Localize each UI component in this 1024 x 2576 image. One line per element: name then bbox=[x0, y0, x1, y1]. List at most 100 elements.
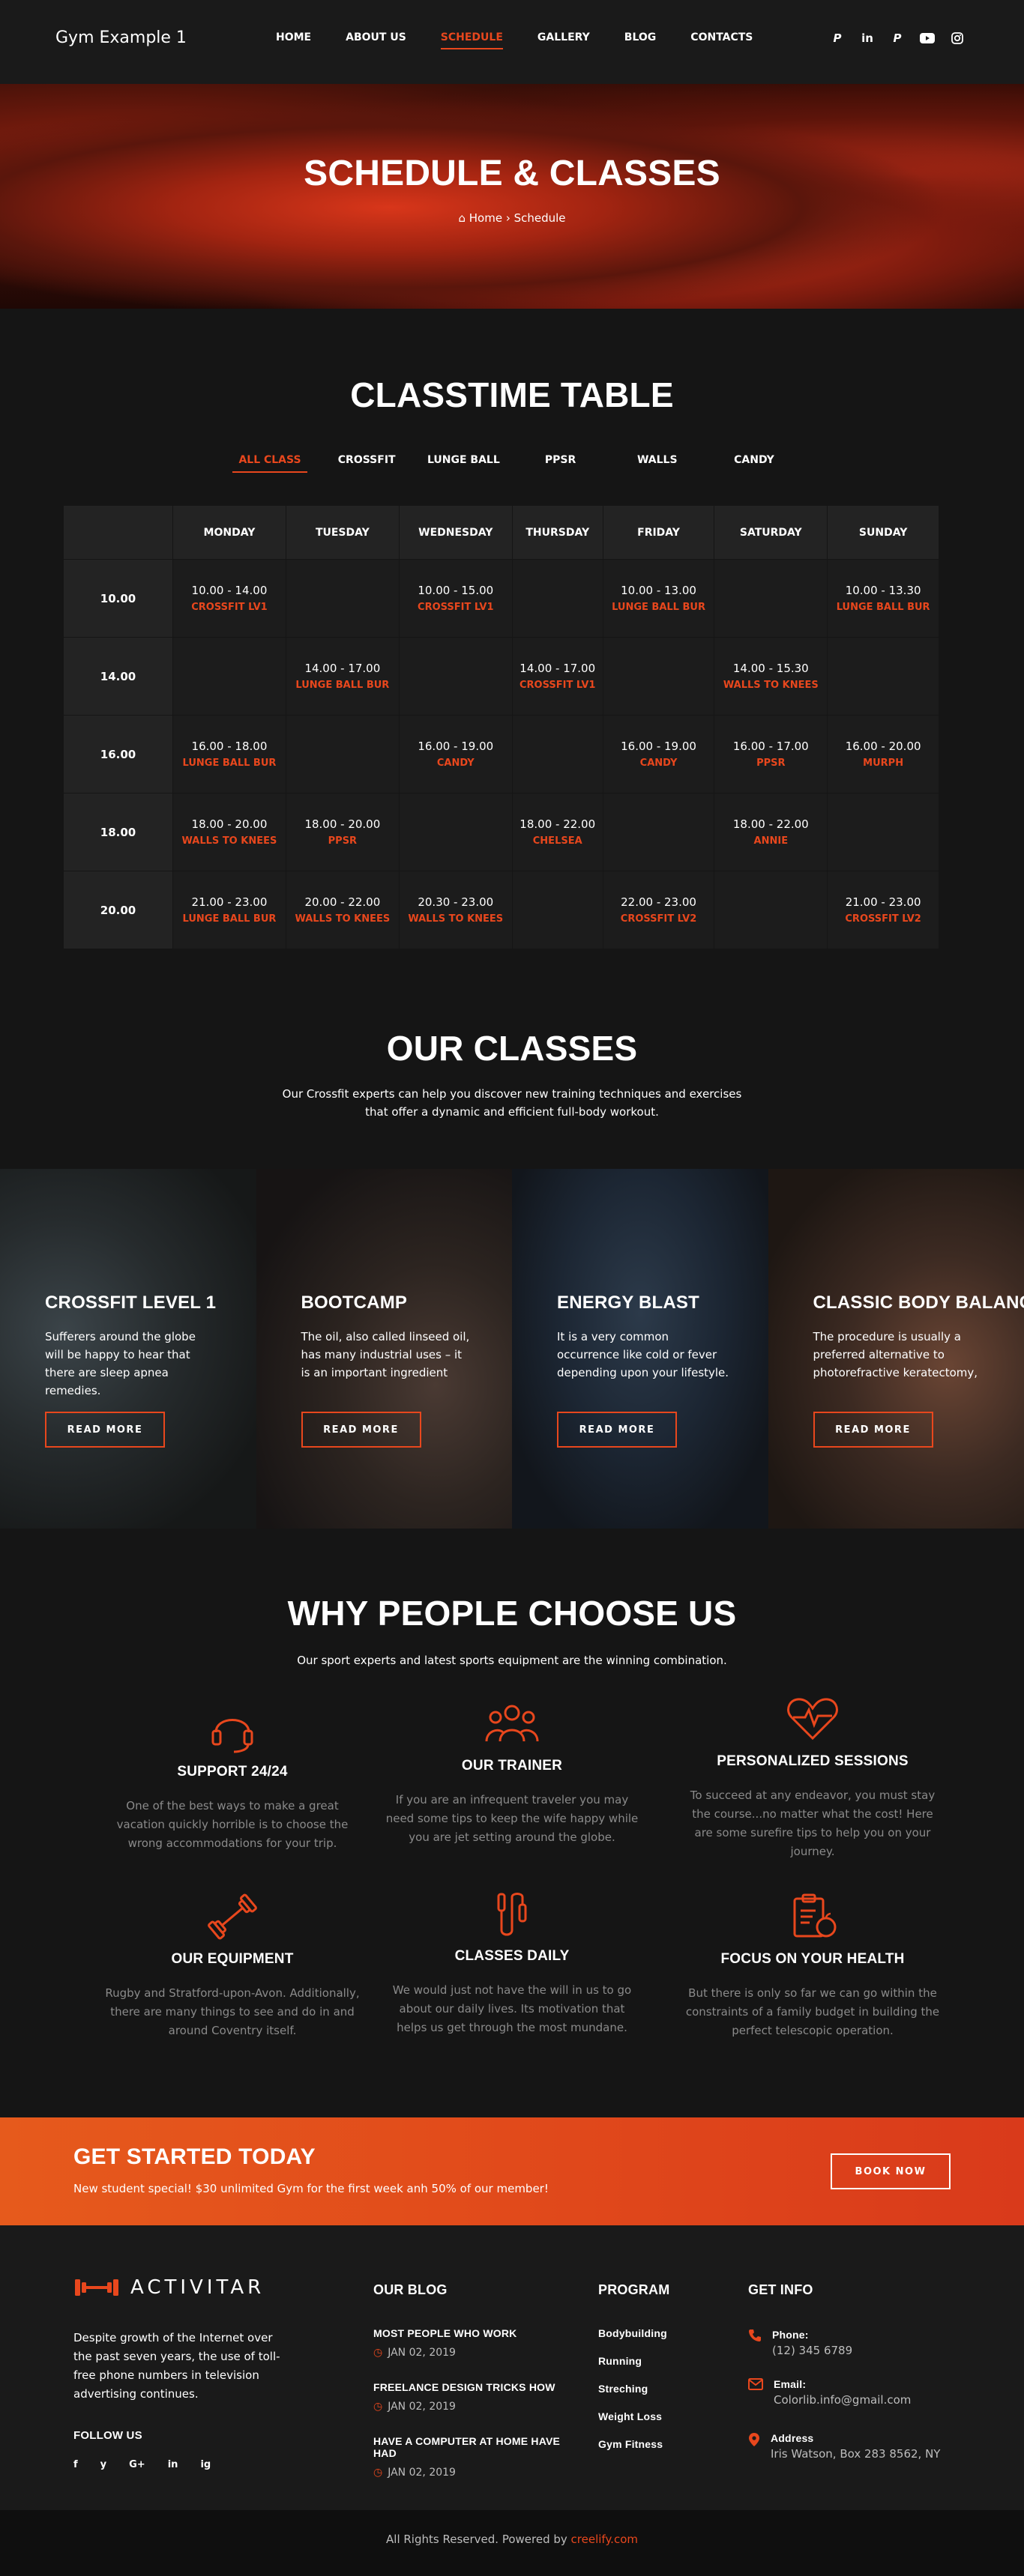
site-logo[interactable]: Gym Example 1 bbox=[55, 28, 187, 47]
linkedin-icon[interactable]: in bbox=[859, 30, 876, 46]
schedule-cell[interactable]: 21.00 - 23.00 CROSSFIT LV2 bbox=[827, 871, 939, 949]
feature-desc: Rugby and Stratford-upon-Avon. Additiona… bbox=[105, 1986, 360, 2037]
class-name[interactable]: MURPH bbox=[828, 758, 939, 769]
class-name[interactable]: ANNIE bbox=[714, 835, 827, 847]
class-name[interactable]: CANDY bbox=[603, 758, 714, 769]
class-time: 10.00 - 15.00 bbox=[418, 584, 494, 597]
program-column-title: PROGRAM bbox=[598, 2282, 670, 2297]
nav-blog[interactable]: BLOG bbox=[624, 31, 657, 49]
pinterest-icon[interactable]: 𝙋 bbox=[829, 30, 846, 46]
class-name[interactable]: CROSSFIT LV1 bbox=[173, 602, 286, 613]
footer-brand[interactable]: ACTIVITAR bbox=[73, 2276, 265, 2299]
class-name[interactable]: PPSR bbox=[286, 835, 399, 847]
blog-post-date: ◷ JAN 02, 2019 bbox=[373, 2401, 568, 2413]
feature-title: SUPPORT 24/24 bbox=[177, 1764, 288, 1780]
blog-post[interactable]: FREELANCE DESIGN TRICKS HOW ◷ JAN 02, 201… bbox=[373, 2381, 568, 2413]
class-name[interactable]: LUNGE BALL BUR bbox=[173, 758, 286, 769]
schedule-cell[interactable]: 10.00 - 14.00 CROSSFIT LV1 bbox=[172, 559, 286, 638]
book-now-button[interactable]: BOOK NOW bbox=[831, 2153, 951, 2189]
program-link[interactable]: Gym Fitness bbox=[598, 2438, 667, 2450]
schedule-cell[interactable]: 16.00 - 20.00 MURPH bbox=[827, 715, 939, 793]
nav-about-us[interactable]: ABOUT US bbox=[346, 31, 406, 49]
filter-all-class[interactable]: ALL CLASS bbox=[232, 454, 307, 473]
footer-about: Despite growth of the Internet over the … bbox=[73, 2331, 280, 2401]
facebook-icon[interactable]: f bbox=[73, 2459, 78, 2470]
class-name[interactable]: LUNGE BALL BUR bbox=[286, 680, 399, 691]
program-link[interactable]: Weight Loss bbox=[598, 2410, 667, 2422]
class-name[interactable]: LUNGE BALL BUR bbox=[828, 602, 939, 613]
blog-post[interactable]: MOST PEOPLE WHO WORK ◷ JAN 02, 2019 bbox=[373, 2327, 568, 2359]
class-name[interactable]: LUNGE BALL BUR bbox=[603, 602, 714, 613]
schedule-cell[interactable]: 20.30 - 23.00 WALLS TO KNEES bbox=[398, 871, 513, 949]
schedule-cell[interactable]: 18.00 - 22.00 CHELSEA bbox=[511, 793, 603, 871]
class-name[interactable]: WALLS TO KNEES bbox=[400, 913, 512, 925]
class-name[interactable]: CROSSFIT LV1 bbox=[513, 680, 603, 691]
feature-title: OUR EQUIPMENT bbox=[171, 1951, 294, 1967]
class-name[interactable]: PPSR bbox=[714, 758, 827, 769]
linkedin-icon[interactable]: in bbox=[168, 2459, 178, 2470]
read-more-button[interactable]: READ MORE bbox=[557, 1412, 677, 1448]
program-link[interactable]: Bodybuilding bbox=[598, 2327, 667, 2339]
schedule-cell[interactable]: 14.00 - 17.00 LUNGE BALL BUR bbox=[285, 637, 400, 716]
schedule-cell[interactable]: 14.00 - 15.30 WALLS TO KNEES bbox=[714, 637, 828, 716]
schedule-cell[interactable]: 22.00 - 23.00 CROSSFIT LV2 bbox=[602, 871, 715, 949]
blog-post[interactable]: HAVE A COMPUTER AT HOME HAVE HAD ◷ JAN 02… bbox=[373, 2435, 568, 2479]
blog-post-title[interactable]: MOST PEOPLE WHO WORK bbox=[373, 2327, 568, 2339]
schedule-cell[interactable]: 16.00 - 18.00 LUNGE BALL BUR bbox=[172, 715, 286, 793]
blog-post-title[interactable]: FREELANCE DESIGN TRICKS HOW bbox=[373, 2381, 568, 2393]
copyright-link[interactable]: creelify.com bbox=[571, 2533, 638, 2546]
google-plus-icon[interactable]: G+ bbox=[129, 2459, 145, 2470]
schedule-cell[interactable]: 18.00 - 20.00 PPSR bbox=[285, 793, 400, 871]
nav-home[interactable]: HOME bbox=[276, 31, 311, 49]
nav-contacts[interactable]: CONTACTS bbox=[690, 31, 753, 49]
program-link[interactable]: Streching bbox=[598, 2383, 667, 2395]
info-value[interactable]: Colorlib.info@gmail.com bbox=[774, 2393, 911, 2407]
info-value: Iris Watson, Box 283 8562, NY bbox=[771, 2447, 941, 2461]
schedule-cell[interactable]: 18.00 - 20.00 WALLS TO KNEES bbox=[172, 793, 286, 871]
youtube-icon[interactable] bbox=[919, 30, 936, 46]
filter-lunge-ball[interactable]: LUNGE BALL bbox=[426, 454, 501, 473]
schedule-cell[interactable]: 10.00 - 13.00 LUNGE BALL BUR bbox=[602, 559, 715, 638]
instagram-icon[interactable] bbox=[949, 30, 966, 46]
class-name[interactable]: CROSSFIT LV2 bbox=[828, 913, 939, 925]
schedule-cell[interactable]: 20.00 - 22.00 WALLS TO KNEES bbox=[285, 871, 400, 949]
schedule-cell[interactable]: 16.00 - 17.00 PPSR bbox=[714, 715, 828, 793]
schedule-cell bbox=[511, 715, 603, 793]
home-icon: ⌂ bbox=[458, 211, 466, 225]
read-more-button[interactable]: READ MORE bbox=[813, 1412, 933, 1448]
class-name[interactable]: CANDY bbox=[400, 758, 512, 769]
class-name[interactable]: CHELSEA bbox=[513, 835, 603, 847]
schedule-cell[interactable]: 18.00 - 22.00 ANNIE bbox=[714, 793, 828, 871]
schedule-cell[interactable]: 16.00 - 19.00 CANDY bbox=[398, 715, 513, 793]
program-link[interactable]: Running bbox=[598, 2355, 667, 2367]
filter-walls[interactable]: WALLS bbox=[620, 454, 695, 473]
schedule-cell[interactable]: 10.00 - 13.30 LUNGE BALL BUR bbox=[827, 559, 939, 638]
class-name[interactable]: WALLS TO KNEES bbox=[173, 835, 286, 847]
class-name[interactable]: CROSSFIT LV2 bbox=[603, 913, 714, 925]
blog-post-title[interactable]: HAVE A COMPUTER AT HOME HAVE HAD bbox=[373, 2435, 568, 2459]
info-label: Phone: bbox=[772, 2329, 809, 2341]
class-name[interactable]: CROSSFIT LV1 bbox=[400, 602, 512, 613]
breadcrumb-home[interactable]: Home bbox=[469, 211, 502, 225]
class-name[interactable]: WALLS TO KNEES bbox=[286, 913, 399, 925]
feature-title: OUR TRAINER bbox=[461, 1758, 563, 1774]
class-name[interactable]: LUNGE BALL BUR bbox=[173, 913, 286, 925]
schedule-cell[interactable]: 16.00 - 19.00 CANDY bbox=[602, 715, 715, 793]
filter-candy[interactable]: CANDY bbox=[717, 454, 792, 473]
instagram-icon[interactable]: ig bbox=[200, 2459, 211, 2470]
read-more-button[interactable]: READ MORE bbox=[45, 1412, 165, 1448]
schedule-cell[interactable]: 21.00 - 23.00 LUNGE BALL BUR bbox=[172, 871, 286, 949]
class-time: 16.00 - 19.00 bbox=[621, 740, 696, 753]
schedule-cell[interactable]: 10.00 - 15.00 CROSSFIT LV1 bbox=[398, 559, 513, 638]
filter-crossfit[interactable]: CROSSFIT bbox=[329, 454, 404, 473]
schedule-table: MONDAY TUESDAY WEDNESDAY THURSDAY FRIDAY SATU… bbox=[63, 505, 939, 949]
nav-schedule[interactable]: SCHEDULE bbox=[440, 31, 503, 49]
nav-gallery[interactable]: GALLERY bbox=[537, 31, 590, 49]
pinterest-icon[interactable]: 𝙋 bbox=[889, 30, 906, 46]
filter-ppsr[interactable]: PPSR bbox=[523, 454, 598, 473]
class-filters: ALL CLASS CROSSFIT LUNGE BALL PPSR WALLS CAND… bbox=[232, 454, 792, 473]
read-more-button[interactable]: READ MORE bbox=[301, 1412, 421, 1448]
class-name[interactable]: WALLS TO KNEES bbox=[714, 680, 827, 691]
schedule-cell[interactable]: 14.00 - 17.00 CROSSFIT LV1 bbox=[511, 637, 603, 716]
youtube-icon[interactable]: y bbox=[100, 2459, 106, 2470]
